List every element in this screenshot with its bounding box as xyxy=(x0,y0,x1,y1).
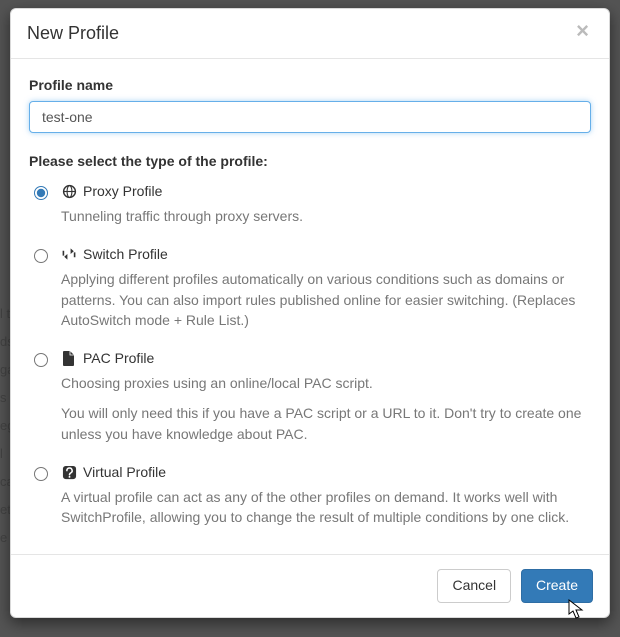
profile-type-radio-proxy[interactable] xyxy=(34,186,48,200)
create-button[interactable]: Create xyxy=(521,569,593,603)
cancel-button[interactable]: Cancel xyxy=(437,569,511,603)
profile-type-option-virtual[interactable]: Virtual Profile A virtual profile can act… xyxy=(29,464,591,528)
profile-type-option-switch[interactable]: Switch Profile Applying different profile… xyxy=(29,246,591,330)
option-title: Virtual Profile xyxy=(61,464,591,480)
option-description-line: Choosing proxies using an online/local P… xyxy=(61,373,591,393)
profile-type-radio-switch[interactable] xyxy=(34,249,48,263)
profile-type-heading: Please select the type of the profile: xyxy=(29,153,591,169)
option-label: Switch Profile xyxy=(83,246,168,262)
dialog-header: New Profile × xyxy=(11,9,609,59)
option-label: Virtual Profile xyxy=(83,464,166,480)
profile-type-option-proxy[interactable]: Proxy Profile Tunneling traffic through p… xyxy=(29,183,591,226)
dialog-body: Profile name Please select the type of t… xyxy=(11,59,609,554)
globe-icon xyxy=(61,183,77,199)
option-description-line: Tunneling traffic through proxy servers. xyxy=(61,206,591,226)
option-title: PAC Profile xyxy=(61,350,591,366)
file-icon xyxy=(61,350,77,366)
option-label: Proxy Profile xyxy=(83,183,162,199)
option-body: Virtual Profile A virtual profile can act… xyxy=(61,464,591,528)
option-description-line: A virtual profile can act as any of the … xyxy=(61,487,591,528)
option-description: Tunneling traffic through proxy servers. xyxy=(61,206,591,226)
option-description-line: Applying different profiles automaticall… xyxy=(61,269,591,330)
option-title: Proxy Profile xyxy=(61,183,591,199)
option-title: Switch Profile xyxy=(61,246,591,262)
option-label: PAC Profile xyxy=(83,350,154,366)
dialog-title: New Profile xyxy=(27,23,593,44)
profile-type-radio-pac[interactable] xyxy=(34,353,48,367)
option-body: Switch Profile Applying different profile… xyxy=(61,246,591,330)
option-description: A virtual profile can act as any of the … xyxy=(61,487,591,528)
profile-name-label: Profile name xyxy=(29,77,591,93)
profile-name-input[interactable] xyxy=(29,101,591,133)
option-description: Applying different profiles automaticall… xyxy=(61,269,591,330)
profile-type-radio-virtual[interactable] xyxy=(34,467,48,481)
option-body: PAC Profile Choosing proxies using an onl… xyxy=(61,350,591,444)
close-button[interactable]: × xyxy=(570,19,595,43)
retweet-icon xyxy=(61,246,77,262)
question-circle-icon xyxy=(61,464,77,480)
option-body: Proxy Profile Tunneling traffic through p… xyxy=(61,183,591,226)
new-profile-dialog: New Profile × Profile name Please select… xyxy=(10,8,610,618)
option-description-line: You will only need this if you have a PA… xyxy=(61,403,591,444)
profile-type-option-pac[interactable]: PAC Profile Choosing proxies using an onl… xyxy=(29,350,591,444)
dialog-footer: Cancel Create xyxy=(11,554,609,617)
option-description: Choosing proxies using an online/local P… xyxy=(61,373,591,444)
